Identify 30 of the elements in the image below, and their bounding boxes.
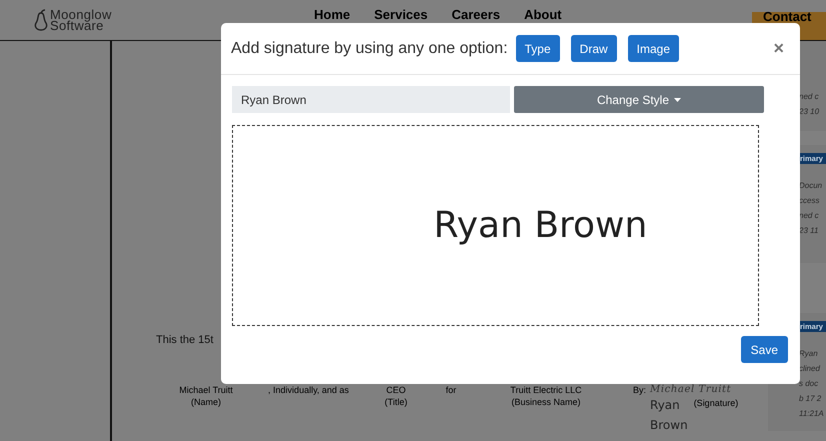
typed-signature: Ryan Brown bbox=[650, 397, 688, 434]
option-button[interactable]: Draw bbox=[570, 35, 617, 62]
field-value: Michael Truitt bbox=[179, 384, 233, 396]
field-value: , Individually, and as bbox=[268, 384, 349, 396]
logo-text[interactable]: Moonglow Software bbox=[50, 9, 112, 31]
name-input-field[interactable]: Ryan Brown bbox=[232, 86, 510, 113]
field-value: CEO bbox=[386, 384, 406, 396]
field-caption: (Title) bbox=[384, 396, 408, 408]
save-button[interactable]: Save bbox=[740, 336, 788, 363]
handwritten-signature: Michael Truitt bbox=[650, 384, 732, 395]
field-value: for bbox=[446, 384, 456, 396]
date-line: This the 15t bbox=[156, 334, 214, 346]
field-caption: (Signature) bbox=[694, 397, 738, 410]
nav-link[interactable]: Services bbox=[374, 7, 428, 22]
caret-icon bbox=[674, 98, 682, 102]
nav-link[interactable]: About bbox=[524, 7, 562, 22]
field-caption: (Name) bbox=[190, 396, 221, 408]
option-button[interactable]: Image bbox=[628, 35, 680, 62]
activity-text: Ryan clined s doc b 17 2 11:21A bbox=[799, 348, 825, 420]
dialog-title: Add signature by using any one option: bbox=[231, 40, 508, 58]
by-label: By: bbox=[633, 384, 646, 397]
nav-link[interactable]: Home bbox=[314, 7, 350, 22]
pear-logo-icon bbox=[34, 9, 48, 31]
option-button[interactable]: Type bbox=[516, 35, 560, 62]
field-value: Truitt Electric LLC bbox=[510, 384, 582, 396]
nav-link[interactable]: Careers bbox=[452, 7, 500, 22]
field-caption: (Business Name) bbox=[511, 396, 581, 408]
signature-preview-text: Ryan Brown bbox=[434, 205, 648, 246]
change-style-button[interactable]: Change Style bbox=[514, 86, 764, 113]
close-button[interactable]: × bbox=[767, 38, 790, 59]
